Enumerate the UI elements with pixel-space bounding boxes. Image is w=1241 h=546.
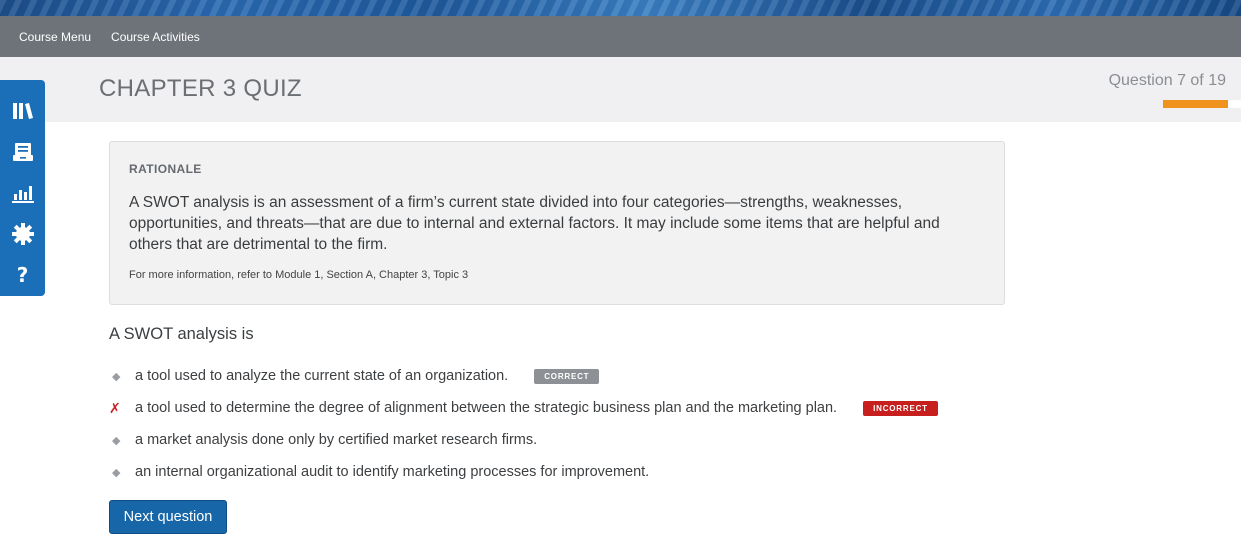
quiz-header: CHAPTER 3 QUIZ Question 7 of 19 (0, 57, 1241, 122)
answer-text[interactable]: a tool used to determine the degree of a… (135, 400, 837, 416)
archive-button[interactable] (0, 131, 45, 172)
library-icon (12, 102, 34, 120)
answer-text[interactable]: an internal organizational audit to iden… (135, 464, 649, 480)
progress-bar (1163, 100, 1241, 108)
bullet-icon: ◆ (112, 434, 121, 447)
help-icon: ? (16, 263, 29, 288)
sidebar: ? (0, 80, 45, 296)
help-button[interactable]: ? (0, 255, 45, 296)
course-menu-link[interactable]: Course Menu (19, 30, 91, 44)
answer-text[interactable]: a market analysis done only by certified… (135, 432, 537, 448)
question-prompt: A SWOT analysis is (109, 325, 254, 343)
bullet-icon: ◆ (112, 370, 121, 383)
top-banner (0, 0, 1241, 16)
answer-list: ◆ a tool used to analyze the current sta… (109, 360, 1009, 488)
incorrect-mark-icon: ✗ (109, 399, 121, 416)
top-nav: Course Menu Course Activities (0, 16, 1241, 57)
library-button[interactable] (0, 90, 45, 131)
bar-chart-icon (11, 183, 34, 203)
answer-option[interactable]: ◆ a market analysis done only by certifi… (109, 424, 1009, 456)
answer-option[interactable]: ✗ a tool used to determine the degree of… (109, 392, 1009, 424)
rationale-panel: RATIONALE A SWOT analysis is an assessme… (109, 141, 1005, 305)
reports-button[interactable] (0, 172, 45, 213)
next-question-button[interactable]: Next question (109, 500, 227, 534)
page-title: CHAPTER 3 QUIZ (99, 75, 302, 102)
rationale-heading: RATIONALE (129, 162, 202, 176)
archive-icon (12, 141, 34, 163)
course-activities-link[interactable]: Course Activities (111, 30, 200, 44)
answer-text[interactable]: a tool used to analyze the current state… (135, 368, 508, 384)
settings-button[interactable] (0, 214, 45, 255)
rationale-reference: For more information, refer to Module 1,… (129, 269, 469, 281)
bullet-icon: ◆ (112, 466, 121, 479)
answer-option[interactable]: ◆ an internal organizational audit to id… (109, 456, 1009, 488)
rationale-body: A SWOT analysis is an assessment of a fi… (129, 194, 940, 253)
correct-badge: CORRECT (534, 368, 600, 384)
question-counter: Question 7 of 19 (1108, 72, 1226, 89)
gear-icon (11, 223, 34, 246)
incorrect-badge: INCORRECT (863, 400, 938, 416)
answer-option[interactable]: ◆ a tool used to analyze the current sta… (109, 360, 1009, 392)
progress-bar-fill (1163, 100, 1228, 108)
